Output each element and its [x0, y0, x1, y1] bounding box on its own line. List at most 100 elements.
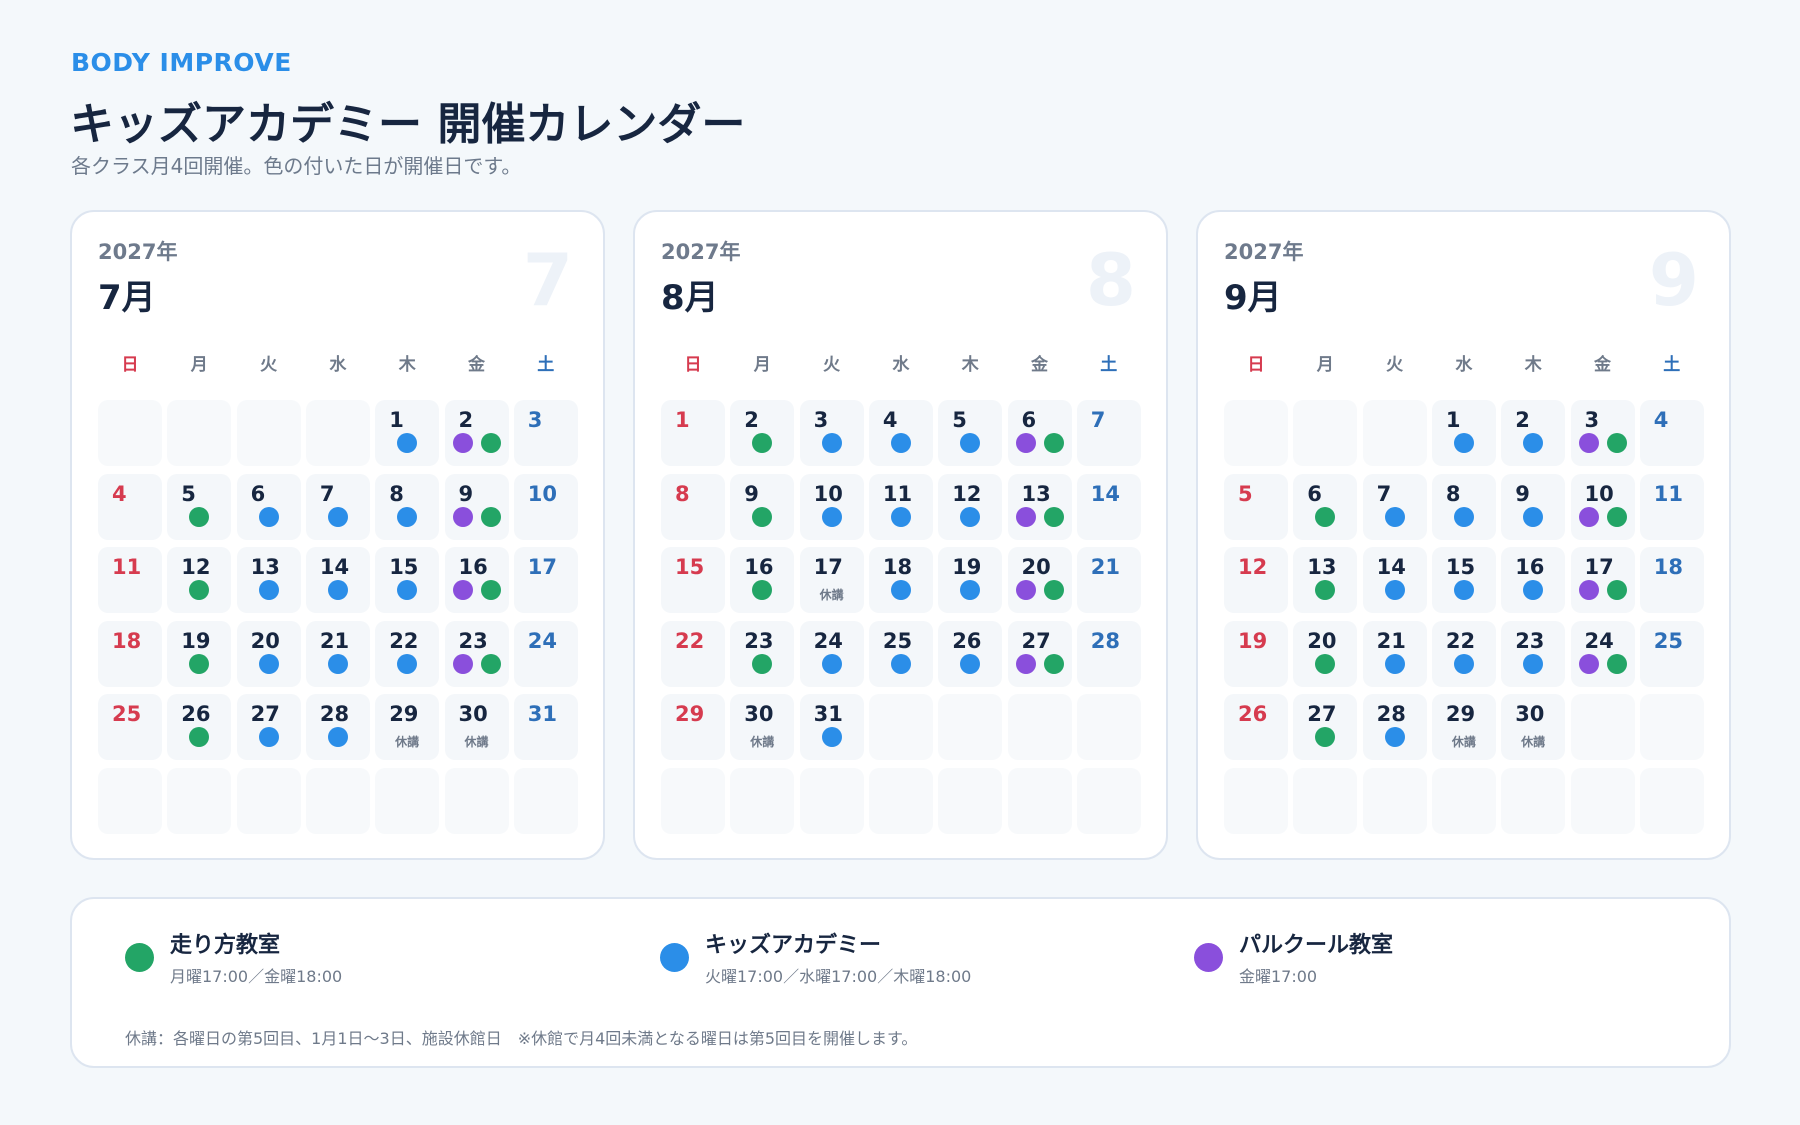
event-dots: [306, 653, 370, 674]
day-number: 1: [389, 408, 404, 432]
day-cell: 7: [1076, 400, 1141, 466]
kids-class-dot-icon: [258, 653, 279, 674]
day-number: 7: [1376, 481, 1392, 506]
weekday-header: 日月火水木金土: [661, 350, 1141, 375]
event-dots: [800, 727, 864, 747]
empty-day-cell: [661, 767, 725, 834]
running-class-dot-icon: [480, 580, 501, 600]
day-cell: 6: [1007, 400, 1072, 466]
event-dots: [1363, 506, 1427, 527]
day-number: 9: [744, 481, 759, 506]
day-cell: 31: [513, 694, 578, 760]
kids-class-dot-icon: [258, 506, 279, 527]
day-cell: 20: [1007, 547, 1072, 613]
event-dots: [237, 506, 301, 527]
weekday-label: 木: [398, 355, 416, 375]
event-dots: [730, 506, 794, 527]
day-cell: 30 休講: [444, 694, 509, 760]
day-cell: 30 休講: [730, 694, 795, 760]
event-dots: [1571, 653, 1635, 674]
event-dots: [869, 580, 933, 600]
event-dots: [306, 506, 370, 527]
month-card: 2027年 7月 7 日月火水木金土 1 2 3 4 5 6 7 8 9 10 11 12 13 14 15 16 17…: [70, 210, 605, 860]
event-dots: [445, 506, 509, 527]
day-cell: 16: [1501, 547, 1566, 613]
event-dots: [800, 433, 864, 453]
event-dots: [869, 653, 933, 674]
empty-day-cell: [1224, 400, 1288, 466]
day-cell: 1: [375, 400, 440, 466]
cancel-note: 休講: [1521, 735, 1546, 749]
day-cell: 17: [1570, 547, 1635, 613]
empty-day-cell: [236, 400, 301, 466]
parkour-class-dot-icon: [1578, 580, 1599, 600]
empty-day-cell: [1431, 767, 1496, 834]
event-dots: [730, 580, 794, 600]
event-dots: [869, 506, 933, 527]
day-number: 15: [675, 555, 705, 579]
day-number: 20: [1021, 555, 1051, 579]
day-number: 9: [1515, 481, 1530, 506]
running-class-dot-icon: [1606, 580, 1627, 600]
day-number: 19: [952, 555, 982, 579]
event-dots: [237, 580, 301, 600]
weekday-label: 日: [1247, 355, 1265, 375]
event-dots: [1293, 506, 1357, 527]
day-number: 24: [527, 628, 558, 653]
kids-class-dot-icon: [397, 506, 418, 527]
kids-class-dot-icon: [1523, 506, 1544, 527]
month-year: 2027年: [1224, 240, 1304, 264]
event-dots: [445, 433, 509, 453]
day-number: 2: [1515, 408, 1530, 432]
kids-class-dot-icon: [1523, 580, 1544, 600]
empty-day-cell: [375, 767, 440, 834]
day-cell: 22: [1431, 620, 1496, 687]
day-cell: 15: [375, 547, 440, 613]
kids-class-dot-icon: [890, 653, 911, 674]
empty-day-cell: [305, 400, 370, 466]
weekday-label: 日: [121, 355, 139, 375]
cancel-note: 休講: [819, 588, 844, 602]
kids-class-dot-icon: [397, 653, 418, 674]
month-year: 2027年: [98, 240, 178, 264]
event-dots: [1363, 580, 1427, 600]
event-dots: [1293, 580, 1357, 600]
kids-class-dot-icon: [1523, 433, 1544, 453]
day-cell: 21: [305, 620, 370, 687]
event-dots: [1432, 580, 1496, 600]
day-number: 11: [112, 555, 142, 579]
weekday-header: 日月火水木金土: [98, 350, 578, 375]
event-dots: [375, 506, 439, 527]
empty-day-cell: [1570, 694, 1635, 760]
cancel-note: 休講: [750, 735, 775, 749]
running-class-dot-icon: [1043, 506, 1064, 527]
parkour-class-dot-icon: [452, 433, 473, 453]
day-number: 3: [527, 408, 543, 432]
kids-class-dot-icon: [327, 580, 348, 600]
kids-class-dot-icon: [960, 433, 981, 453]
day-cell: 2: [1501, 400, 1566, 466]
cancel-note: 休講: [464, 735, 489, 749]
month-watermark-number: 9: [1648, 238, 1699, 322]
event-dots: [1501, 433, 1565, 453]
day-number: 30: [1515, 702, 1545, 726]
kids-class-dot-icon: [397, 433, 418, 453]
event-dots: [1008, 433, 1072, 453]
day-cell: 11: [868, 473, 933, 540]
day-number: 17: [813, 555, 843, 579]
parkour-class-dot-icon: [452, 506, 473, 527]
running-class-dot-icon: [189, 506, 210, 527]
running-class-dot-icon: [189, 727, 210, 747]
day-cell: 13: [1007, 473, 1072, 540]
day-cell: 28: [1076, 620, 1141, 687]
day-cell: 20: [236, 620, 301, 687]
day-cell: 12: [167, 547, 232, 613]
month-name: 9月: [1224, 278, 1282, 318]
kids-class-dot-icon: [1384, 653, 1405, 674]
day-cell: 3: [799, 400, 864, 466]
day-cell: 10: [513, 473, 578, 540]
event-dots: [938, 506, 1002, 527]
day-number: 19: [181, 628, 211, 653]
day-cell: 30 休講: [1501, 694, 1566, 760]
day-cell: 18: [1639, 547, 1704, 613]
